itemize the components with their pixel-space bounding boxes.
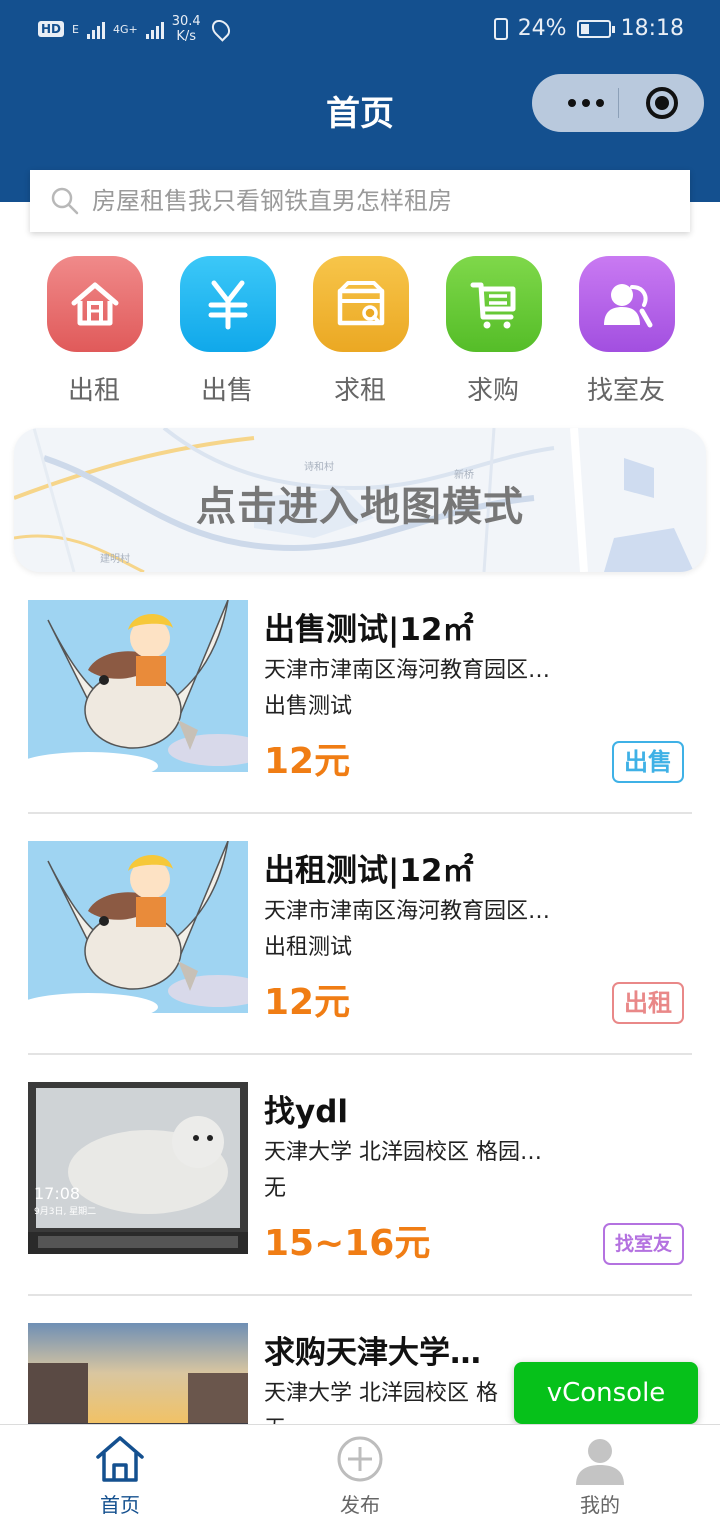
- category-label: 求租: [333, 376, 386, 406]
- listing-address: 天津大学 北洋园校区 格: [264, 1381, 498, 1406]
- listing-title: 找ydl: [264, 1094, 349, 1130]
- tab-label: 首页: [100, 1493, 140, 1517]
- search-input[interactable]: [92, 170, 672, 232]
- battery-icon: [576, 19, 615, 38]
- divider: [28, 1053, 692, 1055]
- category-label: 出售: [200, 376, 253, 406]
- listing-price: 12元: [264, 982, 351, 1023]
- vibrate-icon: [493, 17, 508, 40]
- category-grid: 出租 出售 求租 求购 找室友: [28, 256, 692, 406]
- image-caption-date: 9月3日, 星期二: [34, 1207, 97, 1217]
- status-bar: HD E 4G+ 30.4 K/s 24% 18:18: [0, 0, 720, 62]
- add-circle-icon: [337, 1436, 383, 1482]
- listing-price: 12元: [264, 741, 351, 782]
- capsule-divider: [618, 88, 619, 118]
- listing-list: 出售测试|12㎡ 天津市津南区海河教育园区… 出售测试 12元 出售 出租测试|…: [28, 600, 692, 1424]
- tab-home[interactable]: 首页: [0, 1425, 240, 1520]
- status-left: HD E 4G+ 30.4 K/s: [38, 14, 234, 44]
- category-label: 出租: [67, 376, 120, 406]
- sunset-campus-image: [28, 1323, 248, 1424]
- status-right: 24% 18:18: [493, 16, 684, 41]
- listing-item[interactable]: 出租测试|12㎡ 天津市津南区海河教育园区… 出租测试 12元 出租: [28, 841, 692, 1081]
- vconsole-button[interactable]: vConsole: [514, 1362, 698, 1424]
- listing-description: 无: [264, 1176, 287, 1201]
- category-sell[interactable]: 出售: [161, 256, 293, 406]
- close-miniprogram-icon[interactable]: [646, 87, 678, 119]
- listing-type-tag: 出租: [612, 982, 684, 1024]
- map-place-label: 诗和村: [304, 462, 334, 473]
- speed-value: 30.4: [171, 14, 201, 29]
- house-icon: [47, 256, 143, 352]
- listing-address: 天津大学 北洋园校区 格园…: [264, 1140, 542, 1165]
- battery-percent: 24%: [517, 16, 567, 41]
- bird-character-image: [28, 600, 248, 772]
- listing-description: 出租测试: [264, 935, 353, 960]
- divider: [28, 1294, 692, 1296]
- network-speed: 30.4 K/s: [172, 14, 201, 44]
- map-place-label: 建明村: [100, 554, 130, 565]
- category-seek-buy[interactable]: 求购: [427, 256, 559, 406]
- tab-publish[interactable]: 发布: [240, 1425, 480, 1520]
- signal-label-1: E: [72, 22, 79, 36]
- image-caption-time: 17:08: [34, 1184, 81, 1203]
- search-icon: [51, 187, 79, 215]
- listing-description: 出售测试: [264, 694, 353, 719]
- roommate-icon: [579, 256, 675, 352]
- category-rent-out[interactable]: 出租: [28, 256, 160, 406]
- listing-price: 15~16元: [264, 1223, 431, 1264]
- wallet-search-icon: [313, 256, 409, 352]
- more-menu-icon[interactable]: [554, 74, 618, 132]
- signal-label-2: 4G+: [112, 22, 138, 36]
- listing-description: 无: [264, 1411, 286, 1424]
- listing-type-tag: 找室友: [602, 1223, 684, 1265]
- user-icon: [576, 1439, 624, 1485]
- signal-icon-2: [145, 19, 164, 39]
- category-label: 求购: [466, 376, 519, 406]
- signal-icon: [86, 19, 105, 39]
- home-icon: [96, 1436, 144, 1482]
- tab-me[interactable]: 我的: [480, 1425, 720, 1520]
- listing-address: 天津市津南区海河教育园区…: [264, 658, 551, 683]
- listing-type-tag: 出售: [612, 741, 684, 783]
- tab-label: 我的: [580, 1493, 620, 1517]
- category-seek-rent[interactable]: 求租: [294, 256, 426, 406]
- seal-laptop-image: 17:08 9月3日, 星期二: [28, 1082, 248, 1254]
- map-mode-banner[interactable]: 诗和村 新桥 建明村 点击进入地图模式: [14, 428, 706, 572]
- yen-icon: [180, 256, 276, 352]
- category-find-roommate[interactable]: 找室友: [560, 256, 692, 406]
- bottom-tab-bar: 首页 发布 我的: [0, 1424, 720, 1520]
- listing-address: 天津市津南区海河教育园区…: [264, 899, 551, 924]
- bird-character-image: [28, 841, 248, 1013]
- listing-title: 出售测试|12㎡: [264, 612, 474, 648]
- listing-item[interactable]: 出售测试|12㎡ 天津市津南区海河教育园区… 出售测试 12元 出售: [28, 600, 692, 840]
- hd-badge: HD: [38, 21, 65, 37]
- miniprogram-capsule: [532, 74, 704, 132]
- listing-title: 求购天津大学…: [264, 1335, 481, 1371]
- category-label: 找室友: [586, 376, 665, 406]
- listing-item[interactable]: 17:08 9月3日, 星期二 找ydl 天津大学 北洋园校区 格园… 无 15…: [28, 1082, 692, 1322]
- location-icon: [207, 16, 234, 42]
- divider: [28, 812, 692, 814]
- speed-unit: K/s: [176, 29, 197, 44]
- clock: 18:18: [620, 16, 684, 41]
- search-bar[interactable]: [30, 170, 690, 232]
- map-mode-label: 点击进入地图模式: [196, 484, 524, 530]
- listing-title: 出租测试|12㎡: [264, 853, 474, 889]
- tab-label: 发布: [340, 1493, 380, 1517]
- cart-icon: [446, 256, 542, 352]
